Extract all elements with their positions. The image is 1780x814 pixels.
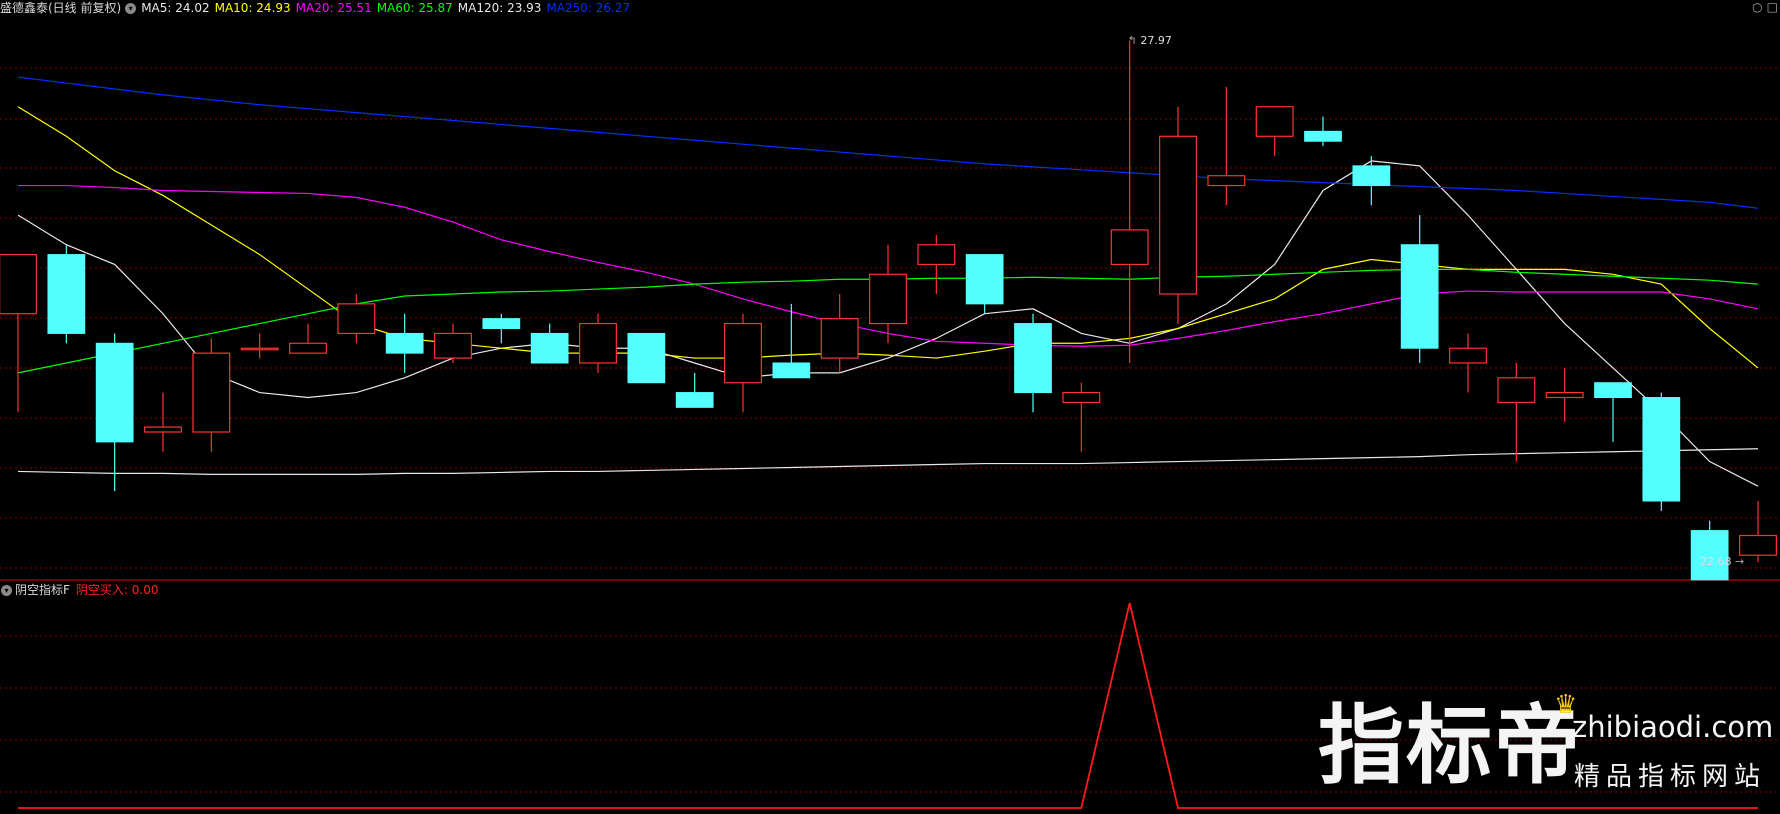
ma-legend-item: MA20: 25.51 [295, 1, 372, 15]
candlesticks[interactable] [0, 40, 1777, 581]
watermark-slogan: 精品指标网站 [1574, 762, 1767, 792]
candle-body [1159, 135, 1197, 295]
candle-body [144, 426, 182, 433]
candle-down[interactable] [385, 313, 424, 373]
settings-circle-icon[interactable]: ▾ [125, 3, 137, 14]
candle-body [820, 318, 859, 359]
candle-down[interactable] [1690, 520, 1729, 581]
candle-body [434, 332, 472, 359]
candle-body [0, 253, 37, 315]
candle-body [579, 322, 617, 364]
candle-up[interactable] [289, 323, 327, 354]
candle-down[interactable] [1014, 313, 1052, 413]
candle-down[interactable] [1400, 215, 1439, 363]
ma-line-ma120 [17, 448, 1759, 475]
stock-title: 盛德鑫泰(日线 前复权) [0, 1, 122, 15]
low-price-label: 22.68 → [1700, 555, 1745, 569]
candle-up[interactable] [1062, 382, 1101, 452]
watermark-url: zhibiaodi.com [1572, 710, 1774, 744]
candle-body [1400, 244, 1439, 349]
candle-body [385, 332, 424, 354]
candle-up[interactable] [1159, 106, 1197, 324]
candle-up[interactable] [0, 253, 37, 413]
candle-up[interactable] [434, 323, 472, 363]
candle-body [1014, 323, 1052, 394]
ma-legend-item: MA120: 23.93 [457, 1, 542, 15]
indicator-header: ▾ 阴空指标F 阴空买入: 0.00 [0, 582, 163, 598]
candle-down[interactable] [530, 323, 569, 364]
candle-body [1497, 377, 1536, 404]
candle-body [869, 273, 907, 325]
corner-controls: ○ □ [1748, 0, 1778, 14]
candle-body [1449, 347, 1487, 364]
candle-up[interactable] [1207, 87, 1246, 206]
indicator-value: 阴空买入: 0.00 [75, 583, 159, 597]
candle-body [1207, 175, 1246, 187]
candle-down[interactable] [1304, 116, 1342, 147]
candle-up[interactable] [144, 392, 182, 452]
ma-legend-item: MA250: 26.27 [546, 1, 631, 15]
candle-body [192, 352, 231, 433]
candle-body [1304, 130, 1342, 142]
candle-body [1594, 382, 1632, 399]
candle-up[interactable] [724, 313, 762, 413]
ma-legend: MA5: 24.02 MA10: 24.93 MA20: 25.51 MA60: 25… [141, 1, 635, 15]
candle-body [675, 392, 714, 408]
candle-up[interactable] [1545, 367, 1584, 423]
candle-body [95, 342, 134, 443]
grid-lines [0, 67, 1780, 793]
ma-line-ma250 [17, 76, 1759, 209]
candle-body [1642, 397, 1681, 502]
watermark: 指标帝 ♛ zhibiaodi.com 精品指标网站 [1310, 690, 1780, 814]
candle-down[interactable] [627, 332, 666, 384]
candle-body [1255, 106, 1294, 137]
ma-legend-item: MA60: 25.87 [376, 1, 453, 15]
candle-down[interactable] [47, 244, 86, 344]
ma-legend-item: MA5: 24.02 [141, 1, 210, 15]
candle-up[interactable] [820, 294, 859, 373]
candle-body [482, 318, 521, 329]
candle-up[interactable] [240, 333, 279, 359]
candle-body [1545, 391, 1584, 399]
candle-body [47, 254, 86, 334]
candle-down[interactable] [1352, 156, 1391, 206]
candle-body [1110, 229, 1149, 266]
candle-down[interactable] [482, 313, 521, 344]
high-price-label: ↰ 27.97 [1127, 33, 1172, 47]
candle-body [1739, 534, 1777, 556]
settings-circle-icon[interactable]: ▾ [1, 585, 12, 596]
candle-up[interactable] [1739, 501, 1777, 563]
candle-up[interactable] [1255, 106, 1294, 156]
ma-legend-item: MA10: 24.93 [214, 1, 291, 15]
candle-body [289, 342, 327, 354]
candle-up[interactable] [192, 338, 231, 452]
square-icon[interactable]: □ [1767, 0, 1778, 14]
candle-up[interactable] [1449, 333, 1487, 393]
candle-down[interactable] [675, 372, 714, 408]
main-chart-header: 盛德鑫泰(日线 前复权) ▾ MA5: 24.02 MA10: 24.93 MA20: … [0, 0, 640, 16]
candle-body [337, 303, 376, 335]
candle-up[interactable] [1497, 363, 1536, 462]
candle-body [1352, 165, 1391, 187]
candle-body [772, 362, 811, 379]
candle-down[interactable] [1594, 382, 1632, 442]
candle-body [917, 244, 956, 266]
candle-body [240, 347, 279, 351]
candle-body [530, 332, 569, 364]
candle-up[interactable] [579, 313, 617, 373]
candle-body [965, 254, 1004, 305]
candle-up[interactable] [917, 234, 956, 294]
candle-body [724, 322, 762, 384]
circle-icon[interactable]: ○ [1752, 0, 1762, 14]
candle-down[interactable] [95, 333, 134, 492]
candle-body [627, 332, 666, 384]
watermark-logo-text: 指标帝 [1318, 696, 1582, 796]
candle-body [1062, 391, 1101, 404]
candle-up[interactable] [869, 244, 907, 344]
indicator-title: 阴空指标F [15, 583, 70, 597]
candle-down[interactable] [1642, 392, 1681, 511]
candle-up[interactable] [1110, 40, 1149, 363]
candle-down[interactable] [965, 254, 1004, 314]
